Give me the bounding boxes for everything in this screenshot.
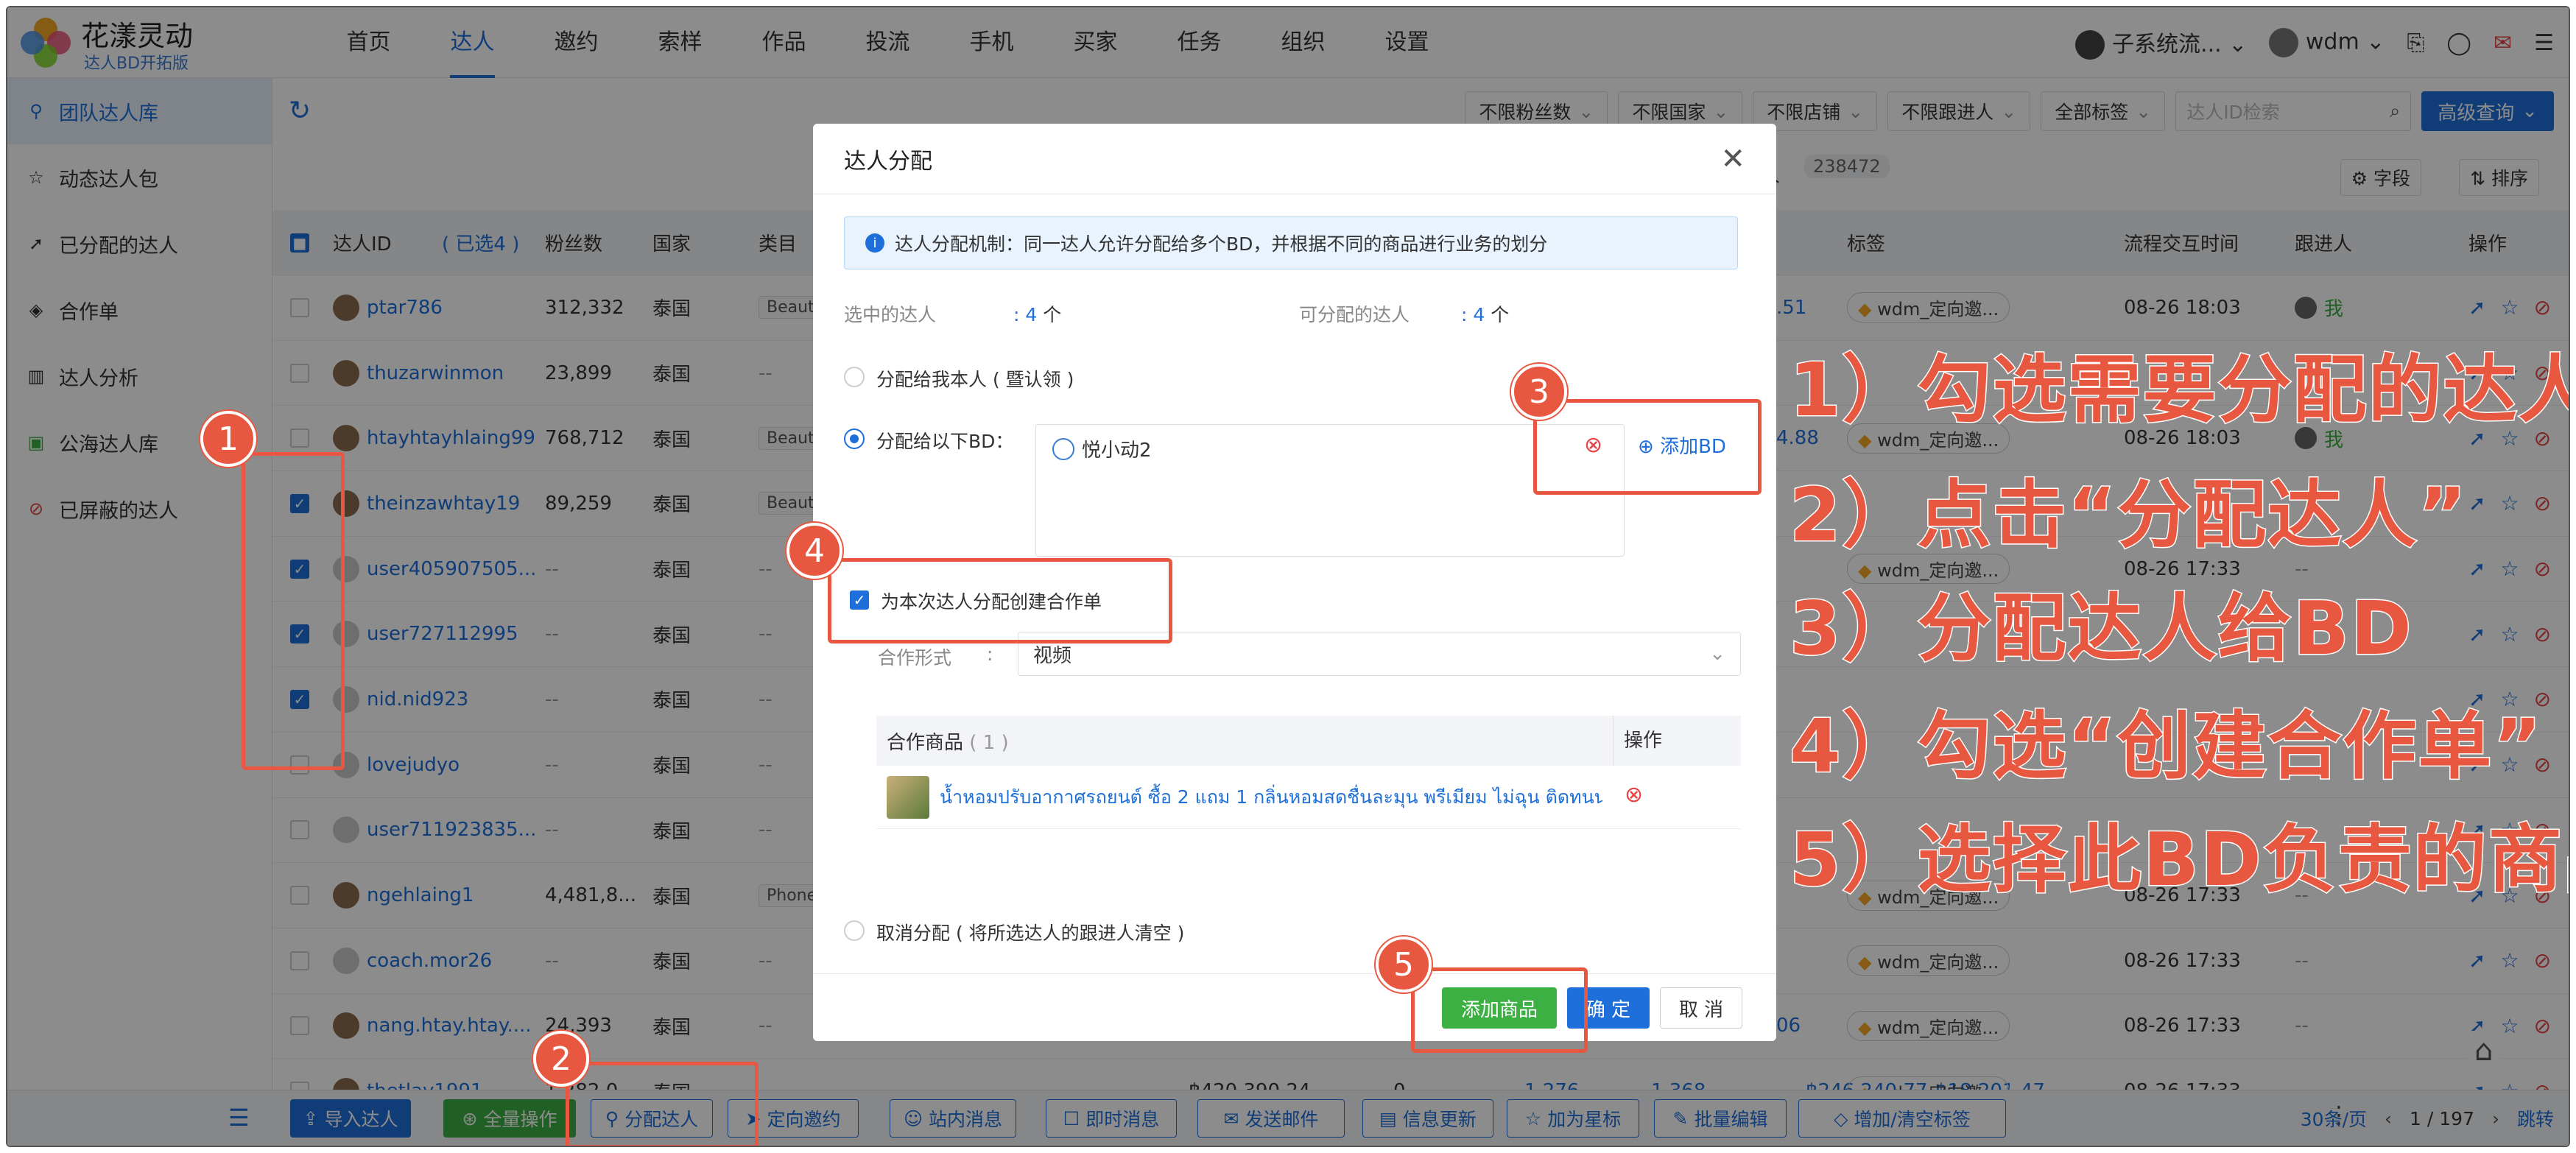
assignable-unit: 个 — [1491, 304, 1510, 325]
info-banner: i 达人分配机制：同一达人允许分配给多个BD，并根据不同的商品进行业务的划分 — [844, 216, 1738, 269]
step-badge-1: 1 — [200, 411, 256, 467]
dialog-title: 达人分配 — [844, 148, 932, 174]
products-header: 合作商品 ( 1 ) — [887, 727, 1009, 755]
product-table: 合作商品 ( 1 ) 操作 น้ำหอมปรับอากาศรถยนต์ ซื้อ… — [876, 716, 1741, 829]
remove-product-icon[interactable]: ⊗ — [1625, 782, 1643, 808]
assignable-value: : 4 个 — [1461, 304, 1510, 325]
dialog-header: 达人分配 ✕ — [813, 124, 1776, 194]
assign-bd-label: 分配给以下BD： — [876, 431, 1014, 452]
product-name[interactable]: น้ำหอมปรับอากาศรถยนต์ ซื้อ 2 แถม 1 กลิ่น… — [940, 783, 1602, 812]
step-badge-2: 2 — [533, 1031, 589, 1087]
close-icon[interactable]: ✕ — [1720, 142, 1745, 176]
selected-unit: 个 — [1043, 304, 1062, 325]
products-header-text: 合作商品 — [887, 731, 964, 754]
bd-name: 悦小动2 — [1082, 440, 1152, 462]
step-text-3: 3）分配达人给BD — [1789, 585, 2413, 673]
annotation-box-2 — [566, 1062, 759, 1146]
product-row: น้ำหอมปรับอากาศรถยนต์ ซื้อ 2 แถม 1 กลิ่น… — [876, 766, 1741, 829]
cancel-button[interactable]: 取 消 — [1660, 987, 1742, 1029]
dialog-footer: 添加商品 确 定 取 消 — [813, 973, 1776, 1041]
annotation-box-5 — [1411, 967, 1588, 1053]
assignable-label: 可分配的达人 — [1299, 304, 1410, 325]
annotation-box-1 — [242, 452, 345, 770]
step-badge-3: 3 — [1511, 364, 1567, 420]
step-text-5: 5）选择此BD负责的商品 — [1789, 816, 2570, 904]
product-table-header: 合作商品 ( 1 ) 操作 — [876, 716, 1741, 766]
annotation-box-3 — [1533, 399, 1762, 495]
bd-avatar — [1052, 437, 1074, 460]
selected-count: 4 — [1025, 304, 1038, 325]
app-window: 花漾灵动 达人BD开拓版 首页 达人 邀约 索样 作品 投流 手机 买家 任务 组织 设置 子系统流… — [6, 6, 2570, 1147]
selected-value: : 4 个 — [1013, 304, 1062, 325]
assignable-count: 4 — [1473, 304, 1485, 325]
step-badge-4: 4 — [786, 523, 842, 579]
bd-chip: 悦小动2 — [1052, 435, 1152, 462]
info-icon: i — [865, 233, 884, 253]
coop-form-value: 视频 — [1033, 644, 1072, 667]
step-badge-5: 5 — [1376, 937, 1432, 992]
radio-cancel-assign[interactable] — [844, 920, 865, 941]
product-ops-header: 操作 — [1613, 716, 1662, 766]
coop-form-colon: : — [987, 644, 993, 665]
chevron-down-icon: ⌄ — [1709, 643, 1725, 665]
step-text-1: 1）勾选需要分配的达人 — [1789, 346, 2570, 434]
selected-label: 选中的达人 — [844, 304, 937, 325]
annotation-box-4 — [828, 558, 1172, 644]
assign-self-label: 分配给我本人 ( 暨认领 ) — [876, 369, 1074, 390]
products-count: ( 1 ) — [969, 731, 1009, 754]
radio-assign-bd[interactable] — [844, 429, 865, 449]
info-text: 达人分配机制：同一达人允许分配给多个BD，并根据不同的商品进行业务的划分 — [895, 233, 1548, 255]
cancel-assign-label: 取消分配 ( 将所选达人的跟进人清空 ) — [876, 923, 1185, 944]
product-thumbnail — [887, 776, 929, 819]
step-text-2: 2）点击“分配达人” — [1788, 471, 2468, 560]
coop-form-label: 合作形式 — [878, 647, 952, 669]
step-text-4: 4）勾选“创建合作单” — [1788, 702, 2544, 791]
radio-assign-self[interactable] — [844, 367, 865, 387]
